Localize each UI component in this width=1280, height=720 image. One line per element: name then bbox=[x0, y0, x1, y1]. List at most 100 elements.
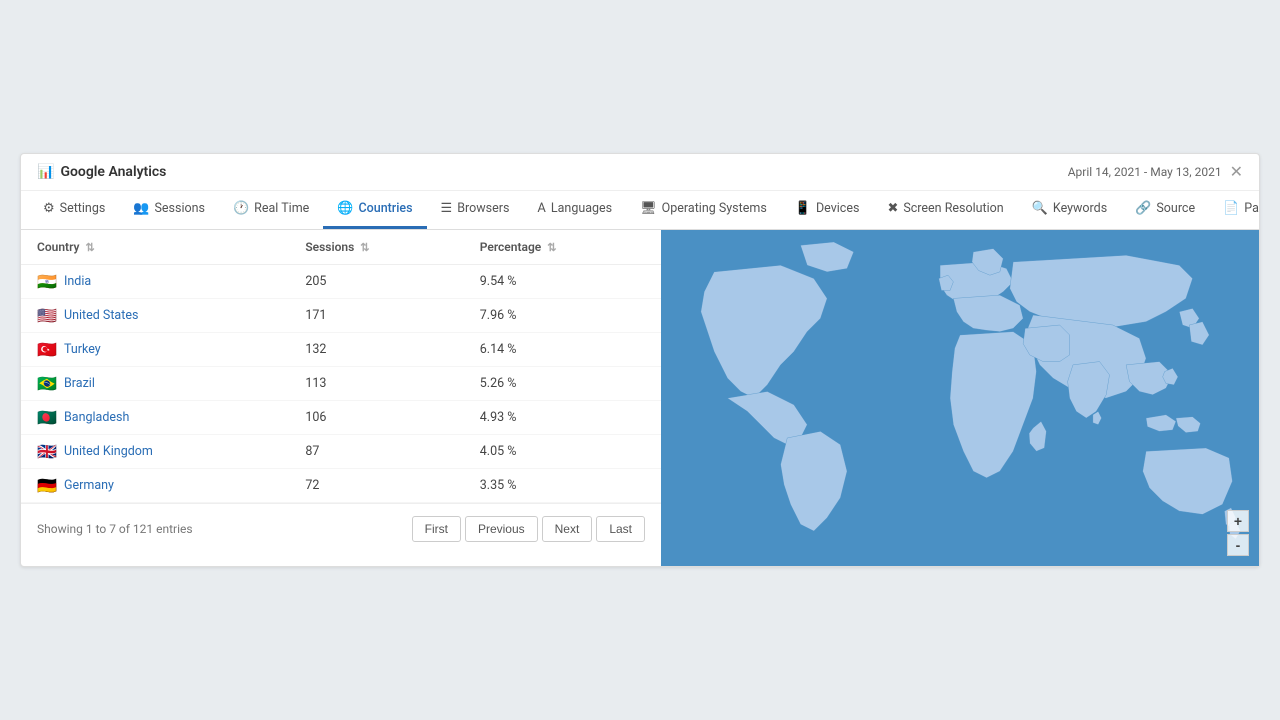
country-flag: 🇧🇩 bbox=[37, 410, 57, 424]
realtime-icon: 🕐 bbox=[233, 201, 249, 216]
table-row: 🇧🇷 Brazil 113 5.26 % bbox=[21, 366, 661, 400]
percentage-value: 3.35 % bbox=[464, 468, 661, 502]
sessions-value: 132 bbox=[289, 332, 463, 366]
sessions-icon: 👥 bbox=[133, 201, 149, 216]
countries-icon: 🌐 bbox=[337, 201, 353, 216]
country-name[interactable]: Turkey bbox=[64, 342, 101, 357]
country-flag: 🇮🇳 bbox=[37, 274, 57, 288]
previous-button[interactable]: Previous bbox=[465, 516, 538, 542]
pagination-buttons: First Previous Next Last bbox=[412, 516, 645, 542]
table-row: 🇩🇪 Germany 72 3.35 % bbox=[21, 468, 661, 502]
showing-text: Showing 1 to 7 of 121 entries bbox=[37, 522, 193, 536]
tab-settings-label: Settings bbox=[60, 201, 106, 216]
data-table: Country ⇅ Sessions ⇅ Percentage ⇅ 🇮🇳 bbox=[21, 230, 661, 503]
content-area: Country ⇅ Sessions ⇅ Percentage ⇅ 🇮🇳 bbox=[21, 230, 1259, 566]
table-row: 🇬🇧 United Kingdom 87 4.05 % bbox=[21, 434, 661, 468]
sessions-value: 87 bbox=[289, 434, 463, 468]
percentage-value: 9.54 % bbox=[464, 264, 661, 298]
tab-screen-label: Screen Resolution bbox=[903, 201, 1003, 216]
zoom-out-button[interactable]: - bbox=[1227, 534, 1249, 556]
analytics-widget: 📊 Google Analytics April 14, 2021 - May … bbox=[20, 153, 1260, 567]
tab-os[interactable]: 🖥 Operating Systems bbox=[626, 191, 781, 229]
first-button[interactable]: First bbox=[412, 516, 461, 542]
sessions-value: 113 bbox=[289, 366, 463, 400]
settings-icon: ⚙ bbox=[43, 201, 55, 216]
tab-keywords[interactable]: 🔍 Keywords bbox=[1018, 191, 1121, 229]
sessions-value: 72 bbox=[289, 468, 463, 502]
tab-sessions[interactable]: 👥 Sessions bbox=[119, 191, 219, 229]
country-name[interactable]: Brazil bbox=[64, 376, 95, 391]
last-button[interactable]: Last bbox=[596, 516, 645, 542]
table-row: 🇧🇩 Bangladesh 106 4.93 % bbox=[21, 400, 661, 434]
screen-icon: ✖ bbox=[887, 201, 898, 216]
tab-pages-label: Pages bbox=[1244, 201, 1259, 216]
tab-os-label: Operating Systems bbox=[662, 201, 767, 216]
country-name[interactable]: United States bbox=[64, 308, 138, 323]
tab-pages[interactable]: 📄 Pages bbox=[1209, 191, 1259, 229]
country-name[interactable]: India bbox=[64, 274, 91, 289]
tab-source[interactable]: 🔗 Source bbox=[1121, 191, 1209, 229]
sessions-value: 205 bbox=[289, 264, 463, 298]
table-section: Country ⇅ Sessions ⇅ Percentage ⇅ 🇮🇳 bbox=[21, 230, 661, 566]
col-percentage[interactable]: Percentage ⇅ bbox=[464, 230, 661, 265]
world-map bbox=[661, 230, 1259, 566]
widget-title-text: Google Analytics bbox=[60, 164, 166, 180]
country-name[interactable]: Bangladesh bbox=[64, 410, 129, 425]
tab-browsers[interactable]: ☰ Browsers bbox=[427, 191, 524, 229]
tab-screen[interactable]: ✖ Screen Resolution bbox=[873, 191, 1017, 229]
header-right: April 14, 2021 - May 13, 2021 ✕ bbox=[1068, 164, 1243, 180]
country-name[interactable]: United Kingdom bbox=[64, 444, 153, 459]
tab-keywords-label: Keywords bbox=[1053, 201, 1107, 216]
country-name[interactable]: Germany bbox=[64, 478, 114, 493]
tab-realtime[interactable]: 🕐 Real Time bbox=[219, 191, 323, 229]
percentage-value: 6.14 % bbox=[464, 332, 661, 366]
devices-icon: 📱 bbox=[795, 201, 811, 216]
source-icon: 🔗 bbox=[1135, 201, 1151, 216]
sort-percentage-icon: ⇅ bbox=[547, 241, 556, 254]
browsers-icon: ☰ bbox=[441, 201, 453, 216]
widget-title: 📊 Google Analytics bbox=[37, 164, 166, 180]
zoom-in-button[interactable]: + bbox=[1227, 510, 1249, 532]
tab-languages[interactable]: A Languages bbox=[523, 191, 626, 229]
map-controls: + - bbox=[1227, 510, 1249, 556]
table-row: 🇹🇷 Turkey 132 6.14 % bbox=[21, 332, 661, 366]
country-flag: 🇬🇧 bbox=[37, 444, 57, 458]
tab-realtime-label: Real Time bbox=[254, 201, 309, 216]
country-flag: 🇺🇸 bbox=[37, 308, 57, 322]
date-range: April 14, 2021 - May 13, 2021 bbox=[1068, 165, 1222, 179]
next-button[interactable]: Next bbox=[542, 516, 593, 542]
close-button[interactable]: ✕ bbox=[1230, 164, 1243, 180]
table-row: 🇮🇳 India 205 9.54 % bbox=[21, 264, 661, 298]
keywords-icon: 🔍 bbox=[1032, 201, 1048, 216]
tab-languages-label: Languages bbox=[551, 201, 612, 216]
col-sessions[interactable]: Sessions ⇅ bbox=[289, 230, 463, 265]
sessions-value: 171 bbox=[289, 298, 463, 332]
col-country[interactable]: Country ⇅ bbox=[21, 230, 289, 265]
tab-source-label: Source bbox=[1156, 201, 1195, 216]
country-flag: 🇧🇷 bbox=[37, 376, 57, 390]
percentage-value: 5.26 % bbox=[464, 366, 661, 400]
country-flag: 🇩🇪 bbox=[37, 478, 57, 492]
analytics-icon: 📊 bbox=[37, 164, 54, 180]
pagination-area: Showing 1 to 7 of 121 entries First Prev… bbox=[21, 503, 661, 554]
tab-devices[interactable]: 📱 Devices bbox=[781, 191, 874, 229]
percentage-value: 7.96 % bbox=[464, 298, 661, 332]
tab-settings[interactable]: ⚙ Settings bbox=[29, 191, 119, 229]
widget-header: 📊 Google Analytics April 14, 2021 - May … bbox=[21, 154, 1259, 191]
nav-tabs: ⚙ Settings 👥 Sessions 🕐 Real Time 🌐 Coun… bbox=[21, 191, 1259, 230]
percentage-value: 4.93 % bbox=[464, 400, 661, 434]
sort-country-icon: ⇅ bbox=[85, 241, 94, 254]
tab-countries[interactable]: 🌐 Countries bbox=[323, 191, 426, 229]
percentage-value: 4.05 % bbox=[464, 434, 661, 468]
sort-sessions-icon: ⇅ bbox=[360, 241, 369, 254]
tab-countries-label: Countries bbox=[358, 201, 412, 216]
tab-sessions-label: Sessions bbox=[155, 201, 205, 216]
os-icon: 🖥 bbox=[640, 201, 657, 216]
map-section: + - bbox=[661, 230, 1259, 566]
pages-icon: 📄 bbox=[1223, 201, 1239, 216]
sessions-value: 106 bbox=[289, 400, 463, 434]
tab-browsers-label: Browsers bbox=[457, 201, 509, 216]
languages-icon: A bbox=[537, 201, 545, 216]
tab-devices-label: Devices bbox=[816, 201, 859, 216]
country-flag: 🇹🇷 bbox=[37, 342, 57, 356]
